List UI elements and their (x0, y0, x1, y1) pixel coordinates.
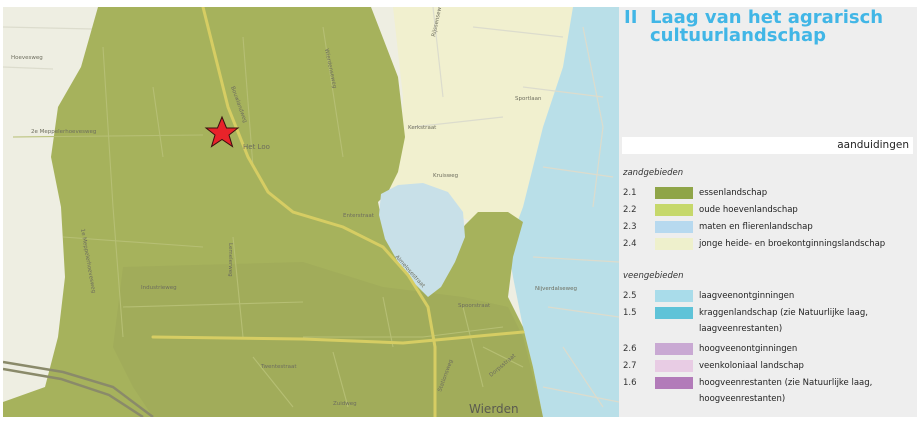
legend-code: 1.5 (623, 308, 637, 318)
place-label: Wierden (469, 402, 519, 416)
road-label: Lemelerweg (227, 243, 233, 277)
road-label: Nijverdalseweg (535, 286, 577, 292)
legend-code: 2.2 (623, 205, 637, 215)
page: Hoevesweg 2e Meppelerhoevesweg 1e Meppel… (0, 0, 920, 423)
legend-label: laagveenontginningen (699, 291, 795, 301)
legend-swatch (655, 360, 693, 372)
legend-row: 2.2 oude hoevenlandschap (623, 202, 913, 219)
legend-code: 2.7 (623, 361, 637, 371)
legend-label: veenkoloniaal landschap (699, 361, 804, 371)
legend-label: kraggenlandschap (zie Natuurlijke laag, … (699, 308, 868, 334)
road-label: Kerkstraat (408, 125, 437, 131)
place-label: Het Loo (243, 143, 270, 151)
legend-swatch (655, 238, 693, 250)
group-title-veengebieden: veengebieden (623, 271, 684, 281)
map-view[interactable]: Hoevesweg 2e Meppelerhoevesweg 1e Meppel… (3, 7, 619, 417)
legend-label: oude hoevenlandschap (699, 205, 798, 215)
road-label: Hoevesweg (11, 55, 43, 61)
legend-row: 2.4 jonge heide- en broekontginningsland… (623, 236, 913, 253)
road-label: 2e Meppelerhoevesweg (31, 129, 96, 135)
road-label: Zuidweg (333, 401, 357, 407)
legend-code: 2.3 (623, 222, 637, 232)
legend-swatch (655, 343, 693, 355)
legend-row: 2.3 maten en flierenlandschap (623, 219, 913, 236)
legend-code: 2.1 (623, 188, 637, 198)
road-label: Kruisweg (433, 173, 458, 179)
road-label: Spoorstraat (458, 303, 491, 309)
road-label: Twentestraat (260, 364, 297, 370)
legend-label: hoogveenrestanten (zie Natuurlijke laag,… (699, 378, 873, 404)
legend-swatch (655, 307, 693, 319)
title-number: II (624, 7, 638, 28)
legend-panel: II Laag van het agrarisch cultuurlandscha… (619, 7, 917, 417)
legend-swatch (655, 221, 693, 233)
legend-code: 1.6 (623, 378, 637, 388)
group-title-zandgebieden: zandgebieden (623, 168, 684, 178)
title-text: Laag van het agrarisch cultuurlandschap (650, 7, 884, 46)
legend-label: hoogveenontginningen (699, 344, 798, 354)
legend-code: 2.6 (623, 344, 637, 354)
map-canvas: Hoevesweg 2e Meppelerhoevesweg 1e Meppel… (3, 7, 619, 417)
legend-row: 2.7 veenkoloniaal landschap (623, 358, 913, 375)
legend-label: maten en flierenlandschap (699, 222, 813, 232)
legend-row: 2.6 hoogveenontginningen (623, 341, 913, 358)
legend-header: aanduidingen (622, 137, 913, 154)
legend-row: 2.1 essenlandschap (623, 185, 913, 202)
legend-row: 2.5 laagveenontginningen (623, 288, 913, 305)
legend-row: 1.6 hoogveenrestanten (zie Natuurlijke l… (623, 375, 913, 409)
legend-swatch (655, 204, 693, 216)
legend-label: essenlandschap (699, 188, 768, 198)
legend-swatch (655, 377, 693, 389)
road-label: Sportlaan (515, 96, 542, 102)
legend-row: 1.5 kraggenlandschap (zie Natuurlijke la… (623, 305, 913, 339)
road-label: Industrieweg (141, 285, 177, 291)
legend-code: 2.5 (623, 291, 637, 301)
panel-title: II Laag van het agrarisch cultuurlandscha… (624, 9, 914, 45)
legend-code: 2.4 (623, 239, 637, 249)
legend-swatch (655, 187, 693, 199)
legend-swatch (655, 290, 693, 302)
road-label: Enterstraat (343, 213, 375, 219)
legend-label: jonge heide- en broekontginningslandscha… (699, 239, 886, 249)
